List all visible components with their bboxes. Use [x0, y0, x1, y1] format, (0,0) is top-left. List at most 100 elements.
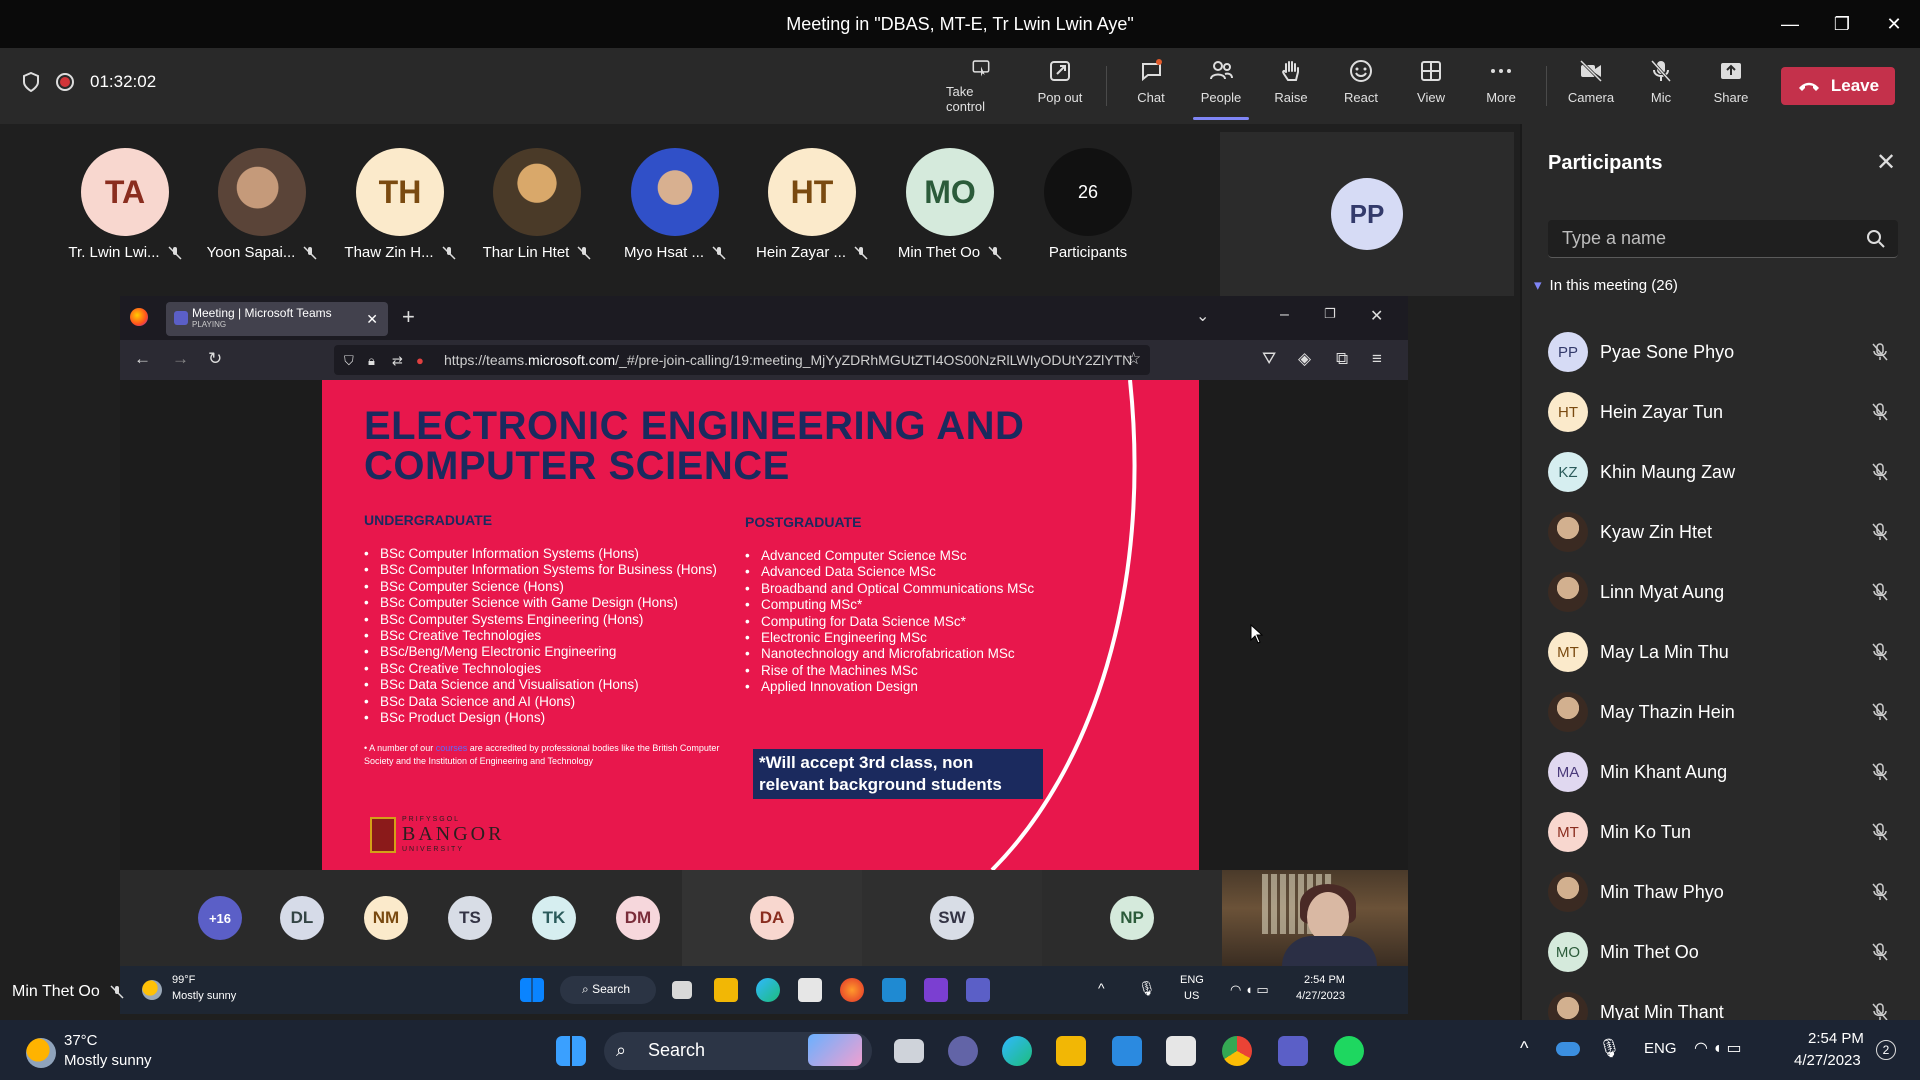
chevron-up-icon[interactable]: ^ — [1520, 1038, 1528, 1059]
mic-off-icon[interactable] — [1870, 1002, 1890, 1022]
edge-icon[interactable] — [756, 978, 780, 1002]
restore-button[interactable]: ❐ — [1816, 0, 1868, 48]
file-explorer-icon[interactable] — [1056, 1036, 1086, 1066]
participant-row[interactable]: HT Hein Zayar Tun — [1522, 382, 1920, 442]
view-button[interactable]: View — [1396, 58, 1466, 114]
close-window-button[interactable]: ✕ — [1868, 0, 1920, 48]
mic-off-icon[interactable] — [1870, 522, 1890, 542]
participant-row[interactable]: MT May La Min Thu — [1522, 622, 1920, 682]
minimize-button[interactable]: — — [1764, 0, 1816, 48]
participants-overflow-button[interactable]: 26 Participants — [1022, 148, 1154, 261]
chevron-up-icon[interactable]: ^ — [1098, 980, 1105, 996]
close-icon[interactable]: ✕ — [1876, 148, 1896, 177]
strip-participant[interactable]: TA Tr. Lwin Lwi... — [59, 148, 191, 261]
list-item: BSc Creative Technologies — [364, 661, 717, 677]
vscode-icon[interactable] — [882, 978, 906, 1002]
react-button[interactable]: React — [1326, 58, 1396, 114]
mic-off-icon[interactable] — [1870, 822, 1890, 842]
chrome-icon[interactable] — [1222, 1036, 1252, 1066]
participant-row[interactable]: MA Min Khant Aung — [1522, 742, 1920, 802]
participant-row[interactable]: Linn Myat Aung — [1522, 562, 1920, 622]
new-tab-icon[interactable]: + — [402, 304, 415, 330]
mic-off-icon[interactable]: 🎙︎ — [1598, 1038, 1621, 1059]
reload-icon[interactable]: ↻ — [208, 349, 222, 369]
extensions-icon[interactable]: ⧉ — [1336, 349, 1348, 369]
mic-off-icon[interactable] — [1870, 702, 1890, 722]
participant-row[interactable]: PP Pyae Sone Phyo — [1522, 322, 1920, 382]
strip-participant[interactable]: Yoon Sapai... — [196, 148, 328, 261]
close-tab-icon[interactable]: ✕ — [366, 311, 378, 328]
onedrive-icon[interactable] — [1556, 1042, 1580, 1056]
extension-icon[interactable]: ◈ — [1298, 349, 1311, 369]
in-meeting-section[interactable]: ▾ In this meeting (26) — [1534, 276, 1678, 295]
strip-participant[interactable]: Myo Hsat ... — [609, 148, 741, 261]
share-button[interactable]: Share — [1696, 58, 1766, 114]
restore-icon[interactable]: ❐ — [1324, 306, 1336, 322]
task-view-icon[interactable] — [894, 1039, 924, 1063]
close-icon[interactable]: ✕ — [1370, 306, 1383, 326]
courses-link[interactable]: courses — [436, 743, 468, 753]
network-icon[interactable]: ◠ ◖ ▭ — [1230, 982, 1269, 998]
firefox-icon[interactable] — [840, 978, 864, 1002]
chevron-down-icon[interactable]: ⌄ — [1196, 306, 1209, 326]
window-title-bar: Meeting in "DBAS, MT-E, Tr Lwin Lwin Aye… — [0, 0, 1920, 48]
chat-icon[interactable] — [948, 1036, 978, 1066]
windows-start-icon[interactable] — [556, 1036, 586, 1066]
pop-out-button[interactable]: Pop out — [1025, 58, 1095, 114]
app-icon[interactable] — [924, 978, 948, 1002]
people-button[interactable]: People — [1186, 58, 1256, 120]
participant-row[interactable]: Min Thaw Phyo — [1522, 862, 1920, 922]
mic-off-icon[interactable] — [1870, 342, 1890, 362]
pocket-icon[interactable]: ⛛ — [1262, 349, 1276, 369]
mic-off-icon[interactable] — [1870, 582, 1890, 602]
back-icon[interactable]: ← — [134, 349, 151, 369]
browser-tab[interactable]: Meeting | Microsoft Teams PLAYING ✕ — [166, 302, 388, 336]
section-label: In this meeting (26) — [1549, 276, 1678, 294]
mic-off-icon[interactable] — [1870, 882, 1890, 902]
menu-icon[interactable]: ≡ — [1372, 349, 1382, 369]
camera-button[interactable]: Camera — [1556, 58, 1626, 114]
edge-icon[interactable] — [1002, 1036, 1032, 1066]
participant-row[interactable]: KZ Khin Maung Zaw — [1522, 442, 1920, 502]
spotify-icon[interactable] — [1334, 1036, 1364, 1066]
mic-off-icon[interactable] — [1870, 402, 1890, 422]
store-icon[interactable] — [798, 978, 822, 1002]
forward-icon[interactable]: → — [172, 349, 189, 369]
mic-off-icon[interactable] — [1870, 642, 1890, 662]
overflow-avatar[interactable]: +16 — [198, 896, 242, 940]
mic-off-icon[interactable] — [1870, 942, 1890, 962]
strip-participant[interactable]: Thar Lin Htet — [471, 148, 603, 261]
chat-button[interactable]: Chat — [1116, 58, 1186, 114]
task-view-icon[interactable] — [672, 981, 692, 999]
file-explorer-icon[interactable] — [714, 978, 738, 1002]
more-button[interactable]: More — [1466, 58, 1536, 114]
notepad-icon[interactable] — [1112, 1036, 1142, 1066]
url-bar[interactable]: ⛉ 🔒︎ ⇄ ● https://teams.microsoft.com/_#/… — [334, 345, 1150, 375]
store-icon[interactable] — [1166, 1036, 1196, 1066]
windows-start-icon[interactable] — [520, 978, 544, 1002]
star-icon[interactable]: ☆ — [1126, 349, 1141, 369]
raise-hand-button[interactable]: Raise — [1256, 58, 1326, 114]
mic-off-icon[interactable] — [1870, 462, 1890, 482]
minimize-icon[interactable]: – — [1280, 306, 1289, 324]
search-icon[interactable] — [1866, 229, 1886, 249]
mic-button[interactable]: Mic — [1626, 58, 1696, 114]
strip-participant[interactable]: TH Thaw Zin H... — [334, 148, 466, 261]
take-control-button[interactable]: Take control — [946, 58, 1016, 114]
participant-row[interactable]: Kyaw Zin Htet — [1522, 502, 1920, 562]
take-control-label: Take control — [946, 84, 986, 114]
participant-row[interactable]: MO Min Thet Oo — [1522, 922, 1920, 982]
self-video-tile[interactable]: PP — [1220, 132, 1514, 296]
teams-icon[interactable] — [1278, 1036, 1308, 1066]
strip-participant[interactable]: HT Hein Zayar ... — [746, 148, 878, 261]
participant-row[interactable]: MT Min Ko Tun — [1522, 802, 1920, 862]
participant-search-input[interactable] — [1548, 220, 1898, 258]
leave-button[interactable]: Leave — [1781, 67, 1895, 105]
network-icon[interactable]: ◠ ◖ ▭ — [1694, 1038, 1742, 1058]
participant-row[interactable]: May Thazin Hein — [1522, 682, 1920, 742]
mic-off-icon[interactable]: 🎙︎ — [1138, 980, 1156, 997]
strip-participant[interactable]: MO Min Thet Oo — [884, 148, 1016, 261]
teams-icon[interactable] — [966, 978, 990, 1002]
mic-off-icon[interactable] — [1870, 762, 1890, 782]
notification-badge[interactable]: 2 — [1876, 1040, 1896, 1060]
